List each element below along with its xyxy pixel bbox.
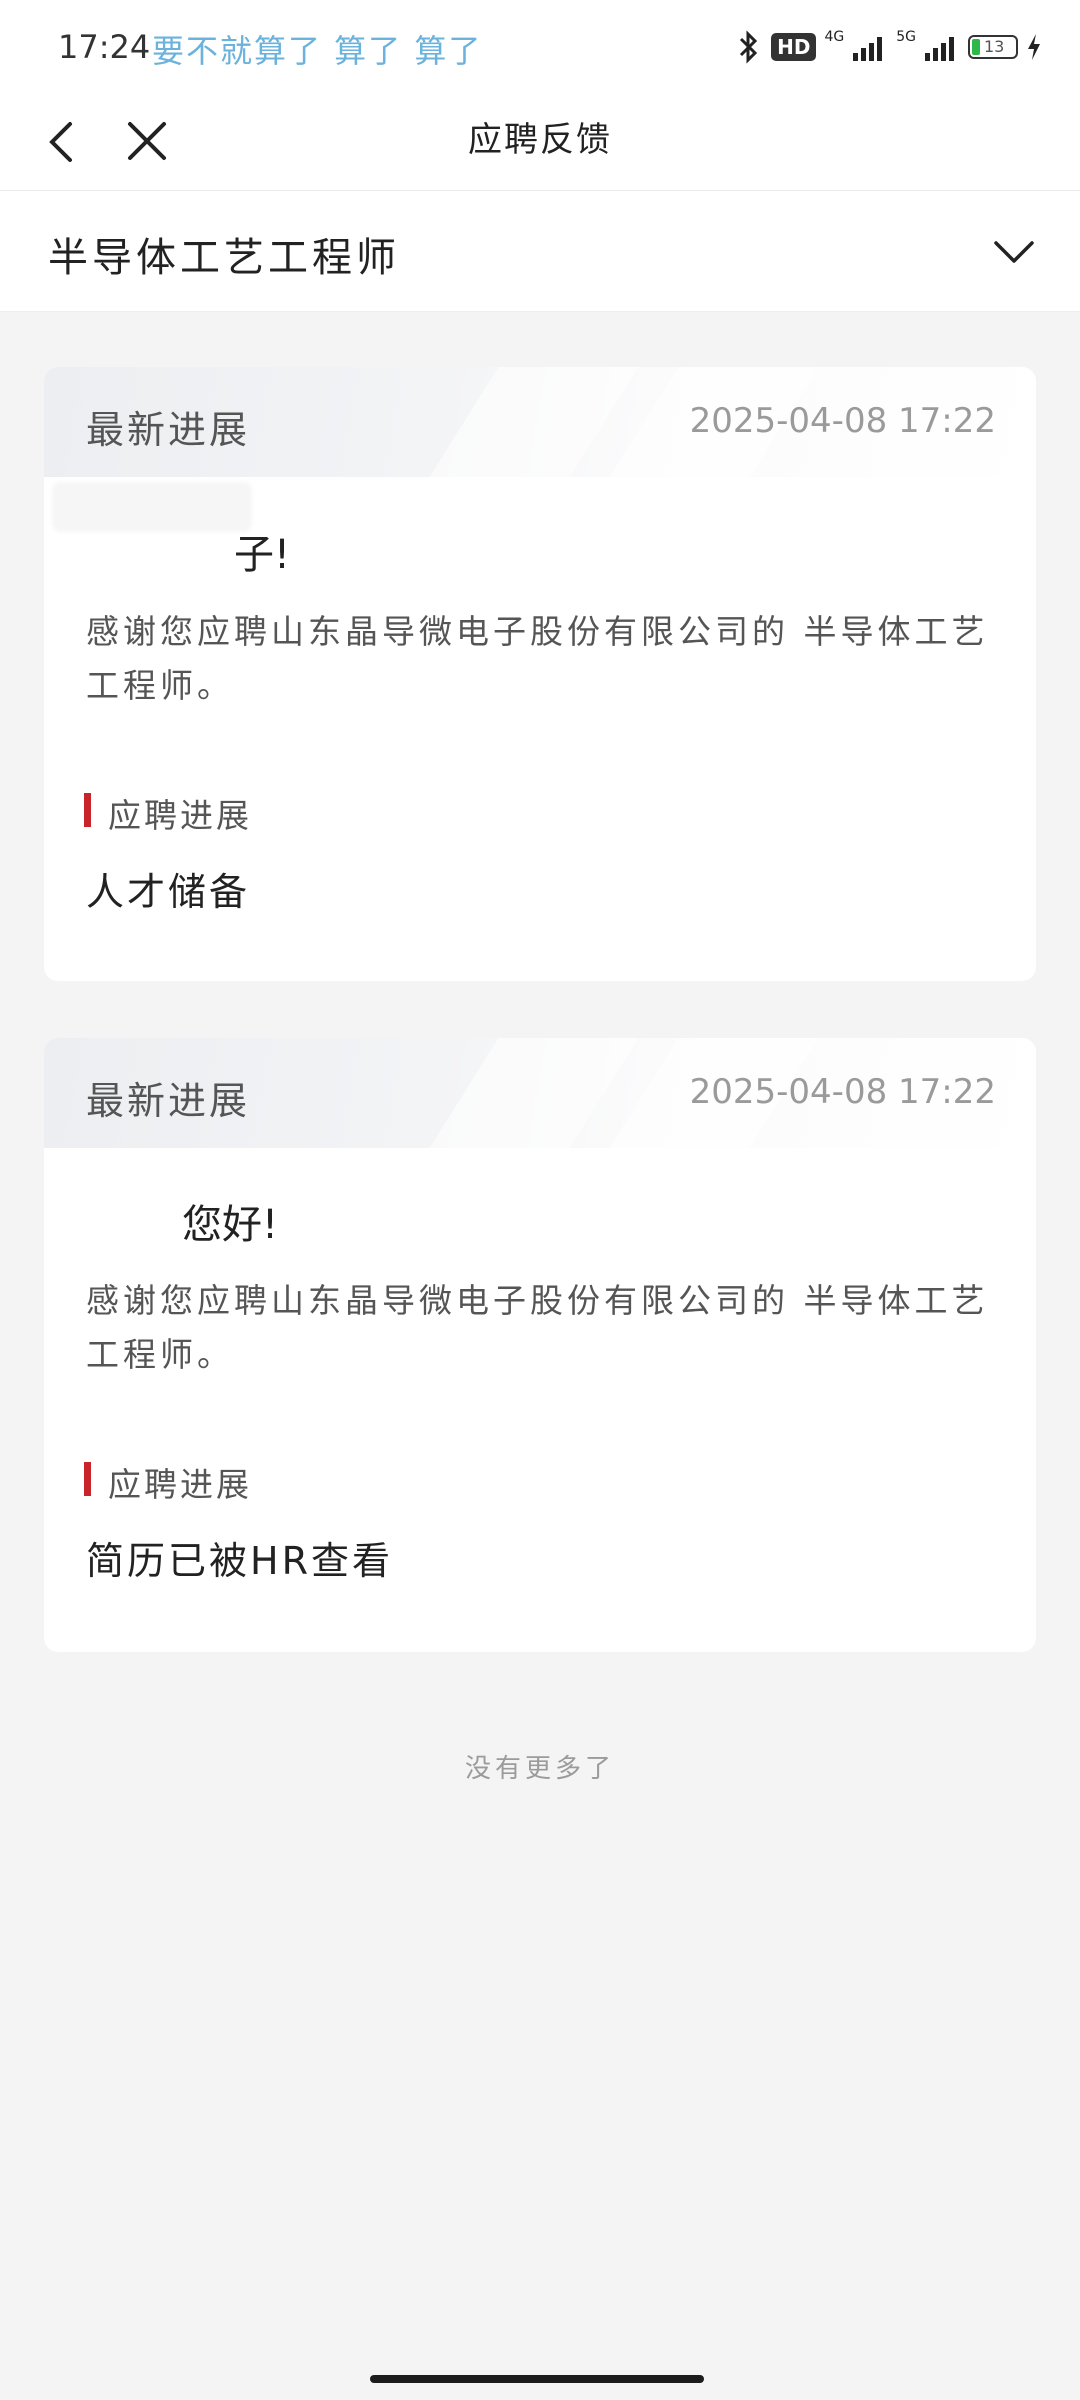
status-bar: 17:24 要不就算了 算了 算了 HD 4G 5G 13 bbox=[0, 0, 1080, 92]
charging-icon bbox=[1028, 34, 1040, 60]
progress-value: 人才储备 bbox=[86, 870, 251, 914]
card-header-date: 2025-04-08 17:22 bbox=[689, 1072, 996, 1112]
progress-label: 应聘进展 bbox=[84, 789, 252, 837]
thanks-message: 感谢您应聘山东晶导微电子股份有限公司的 半导体工艺工程师。 bbox=[86, 1281, 989, 1374]
home-indicator[interactable] bbox=[370, 2375, 704, 2383]
job-selector[interactable]: 半导体工艺工程师 bbox=[0, 191, 1080, 312]
card-header: 最新进展 2025-04-08 17:22 bbox=[44, 367, 1036, 477]
signal-icon bbox=[853, 37, 883, 61]
no-more-text: 没有更多了 bbox=[464, 1754, 615, 1784]
bluetooth-icon bbox=[740, 30, 758, 64]
feedback-card: 最新进展 2025-04-08 17:22 子! 感谢您应聘山东晶导微电子股份有… bbox=[44, 367, 1036, 981]
nav-bar: 应聘反馈 bbox=[0, 92, 1080, 191]
feedback-card: 最新进展 2025-04-08 17:22 您好! 感谢您应聘山东晶导微电子股份… bbox=[44, 1038, 1036, 1652]
progress-label: 应聘进展 bbox=[84, 1458, 252, 1506]
status-notification-text: 要不就算了 算了 算了 bbox=[152, 32, 483, 70]
status-time: 17:24 bbox=[58, 28, 151, 66]
thanks-message: 感谢您应聘山东晶导微电子股份有限公司的 半导体工艺工程师。 bbox=[86, 612, 989, 705]
card-header-title: 最新进展 bbox=[86, 408, 251, 452]
greeting-text: 子! bbox=[234, 532, 291, 578]
redacted-name bbox=[52, 482, 252, 532]
greeting-text: 您好! bbox=[182, 1202, 279, 1248]
card-header-title: 最新进展 bbox=[86, 1079, 251, 1123]
battery-level: 13 bbox=[984, 37, 1005, 56]
card-header-date: 2025-04-08 17:22 bbox=[689, 401, 996, 441]
card-header: 最新进展 2025-04-08 17:22 bbox=[44, 1038, 1036, 1148]
progress-value: 简历已被HR查看 bbox=[86, 1539, 393, 1583]
job-title: 半导体工艺工程师 bbox=[48, 235, 400, 281]
chevron-down-icon[interactable] bbox=[992, 231, 1036, 275]
signal-icon-2 bbox=[925, 37, 954, 61]
status-icons: HD 4G 5G 13 bbox=[735, 29, 1042, 64]
page-title: 应聘反馈 bbox=[468, 120, 612, 160]
network-4g-label: 4G bbox=[824, 29, 845, 45]
battery-icon: 13 bbox=[968, 35, 1018, 59]
hd-icon: HD bbox=[771, 33, 817, 61]
network-5g-label: 5G bbox=[896, 29, 916, 45]
